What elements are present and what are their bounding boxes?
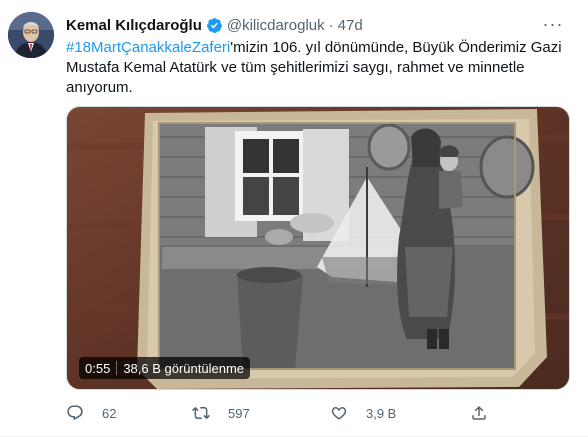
share-icon [472,405,486,420]
video-view-count: 38,6 B görüntülenme [123,360,245,376]
share-button[interactable] [470,398,506,428]
retweet-icon [192,406,210,420]
tweet-timestamp[interactable]: 47d [338,17,363,34]
verified-badge-icon [206,17,223,34]
avatar[interactable] [8,12,54,58]
reply-button[interactable]: 62 [66,398,116,428]
author-handle[interactable]: @kilicdarogluk [227,17,325,34]
video-thumbnail [67,107,569,389]
more-icon[interactable]: ··· [540,12,566,36]
tweet-text: #18MartÇanakkaleZaferi'mizin 106. yıl dö… [66,38,566,98]
tweet-header: Kemal Kılıçdaroğlu @kilicdarogluk · 47d [66,15,548,35]
retweet-count: 597 [228,405,250,421]
reply-icon [67,405,83,421]
reply-count: 62 [102,405,117,421]
like-count: 3,9 B [366,405,397,421]
video-stats-badge: 0:55 38,6 B görüntülenme [79,357,251,379]
video-duration: 0:55 [85,360,111,376]
author-name[interactable]: Kemal Kılıçdaroğlu [66,17,202,34]
video-player[interactable]: 0:55 38,6 B görüntülenme [66,106,570,390]
tweet[interactable]: Kemal Kılıçdaroğlu @kilicdarogluk · 47d … [0,0,588,437]
tweet-actions: 62 597 3,9 B [60,398,520,428]
like-button[interactable]: 3,9 B [330,398,396,428]
badge-divider [116,361,118,375]
hashtag-link[interactable]: #18MartÇanakkaleZaferi [66,39,230,56]
separator-dot: · [328,16,334,34]
like-icon [331,406,347,420]
retweet-button[interactable]: 597 [192,398,250,428]
